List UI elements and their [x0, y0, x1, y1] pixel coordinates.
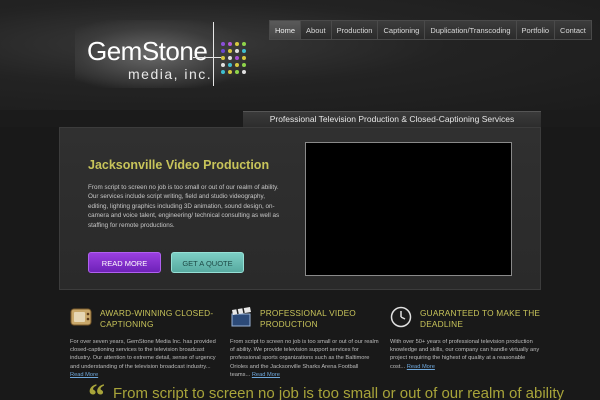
feature-title: AWARD-WINNING CLOSED-CAPTIONING	[100, 308, 214, 329]
main-nav: Home About Production Captioning Duplica…	[269, 20, 592, 40]
feature-text: From script to screen no job is too smal…	[230, 339, 379, 378]
quote-text: From script to screen no job is too smal…	[113, 385, 565, 400]
nav-item-about[interactable]: About	[301, 20, 332, 40]
gemstone-logo[interactable]: GemStone media, inc.	[75, 20, 250, 88]
clapperboard-icon	[231, 307, 251, 327]
nav-item-portfolio[interactable]: Portfolio	[516, 20, 556, 40]
hero-title: Jacksonville Video Production	[88, 158, 270, 172]
hero-panel: Jacksonville Video Production From scrip…	[59, 127, 541, 290]
get-quote-button[interactable]: GET A QUOTE	[171, 252, 244, 273]
logo-crosshair-vertical	[213, 22, 214, 86]
quote-mark-icon: “	[88, 384, 105, 400]
logo-wordmark: GemStone	[87, 36, 208, 66]
feature-title: PROFESSIONAL VIDEO PRODUCTION	[260, 308, 356, 329]
hero-description: From script to screen no job is too smal…	[88, 184, 280, 229]
nav-item-duplication[interactable]: Duplication/Transcoding	[425, 20, 517, 40]
nav-item-captioning[interactable]: Captioning	[378, 20, 426, 40]
read-more-link[interactable]: Read More	[407, 364, 435, 370]
logo-subtitle: media, inc.	[128, 66, 213, 82]
video-player[interactable]	[305, 142, 512, 276]
read-more-link[interactable]: Read More	[70, 372, 98, 378]
nav-item-production[interactable]: Production	[331, 20, 379, 40]
nav-item-contact[interactable]: Contact	[555, 20, 592, 40]
feature-text: For over seven years, GemStone Media Inc…	[70, 339, 216, 378]
tv-icon	[70, 308, 92, 326]
quote-banner: “ From script to screen no job is too sm…	[88, 384, 600, 400]
feature-title: GUARANTEED TO MAKE THE DEADLINE	[420, 308, 541, 329]
feature-text: With over 50+ years of professional tele…	[390, 339, 540, 370]
clock-icon	[390, 306, 412, 328]
nav-item-home[interactable]: Home	[269, 20, 302, 40]
read-more-link[interactable]: Read More	[252, 372, 280, 378]
read-more-button[interactable]: READ MORE	[88, 252, 161, 273]
services-tagline: Professional Television Production & Clo…	[243, 111, 541, 127]
logo-dot-grid-icon	[221, 42, 247, 78]
logo-crosshair-horizontal	[193, 57, 221, 58]
